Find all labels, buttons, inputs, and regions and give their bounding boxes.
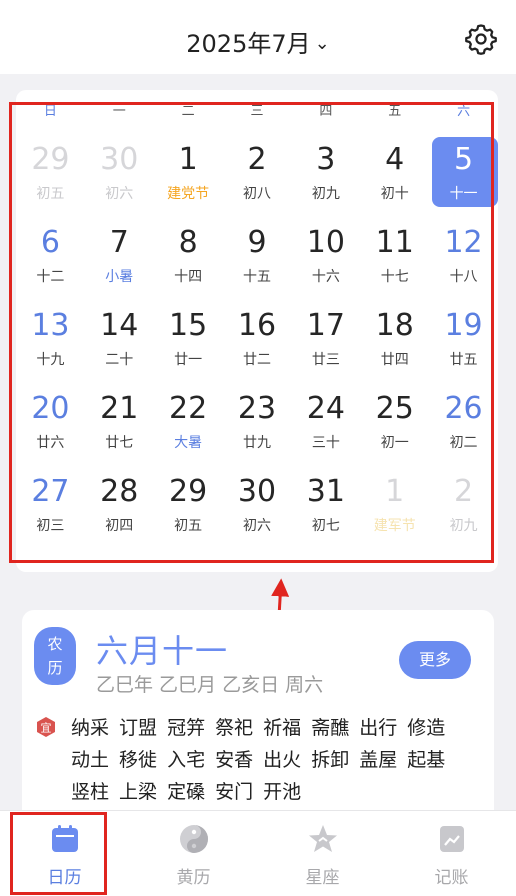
annotation-box-tab bbox=[10, 812, 107, 895]
star-icon bbox=[308, 825, 337, 852]
month-title: 2025年7月 bbox=[186, 30, 311, 58]
yi-label: 宜 bbox=[41, 721, 52, 735]
yin-yang-icon bbox=[179, 825, 208, 853]
calendar-screen: 2025年7月 ⌄ 日 一 二 三 四 五 六 29 初五 30 初六 1 建党节 2 初八 3 初… bbox=[0, 0, 516, 896]
more-button[interactable]: 更多 bbox=[399, 641, 471, 679]
tab-ledger[interactable]: 记账 bbox=[387, 811, 516, 896]
chevron-down-icon: ⌄ bbox=[314, 33, 330, 54]
lunar-date: 六月十一 bbox=[96, 632, 229, 670]
tab-label: 记账 bbox=[434, 868, 469, 888]
yi-icon: 宜 bbox=[37, 717, 55, 737]
gear-icon[interactable] bbox=[464, 22, 498, 56]
lunar-badge-text: 农 历 bbox=[47, 635, 63, 677]
tab-horoscope[interactable]: 星座 bbox=[258, 811, 387, 896]
yi-activities: 纳采 订盟 冠笄 祭祀 祈福 斋醮 出行 修造 动土 移徙 入宅 安香 出火 拆… bbox=[71, 717, 446, 803]
annotation-box-calendar bbox=[9, 102, 494, 563]
top-bar: 2025年7月 ⌄ bbox=[0, 0, 516, 74]
tab-label: 星座 bbox=[305, 868, 340, 888]
tab-label: 黄历 bbox=[176, 868, 211, 888]
notebook-icon bbox=[439, 826, 464, 852]
tab-almanac[interactable]: 黄历 bbox=[129, 811, 258, 896]
month-picker[interactable]: 2025年7月 ⌄ bbox=[0, 24, 516, 59]
ganzhi-date: 乙巳年 乙巳月 乙亥日 周六 bbox=[96, 674, 324, 696]
lunar-badge: 农 历 bbox=[34, 627, 76, 685]
